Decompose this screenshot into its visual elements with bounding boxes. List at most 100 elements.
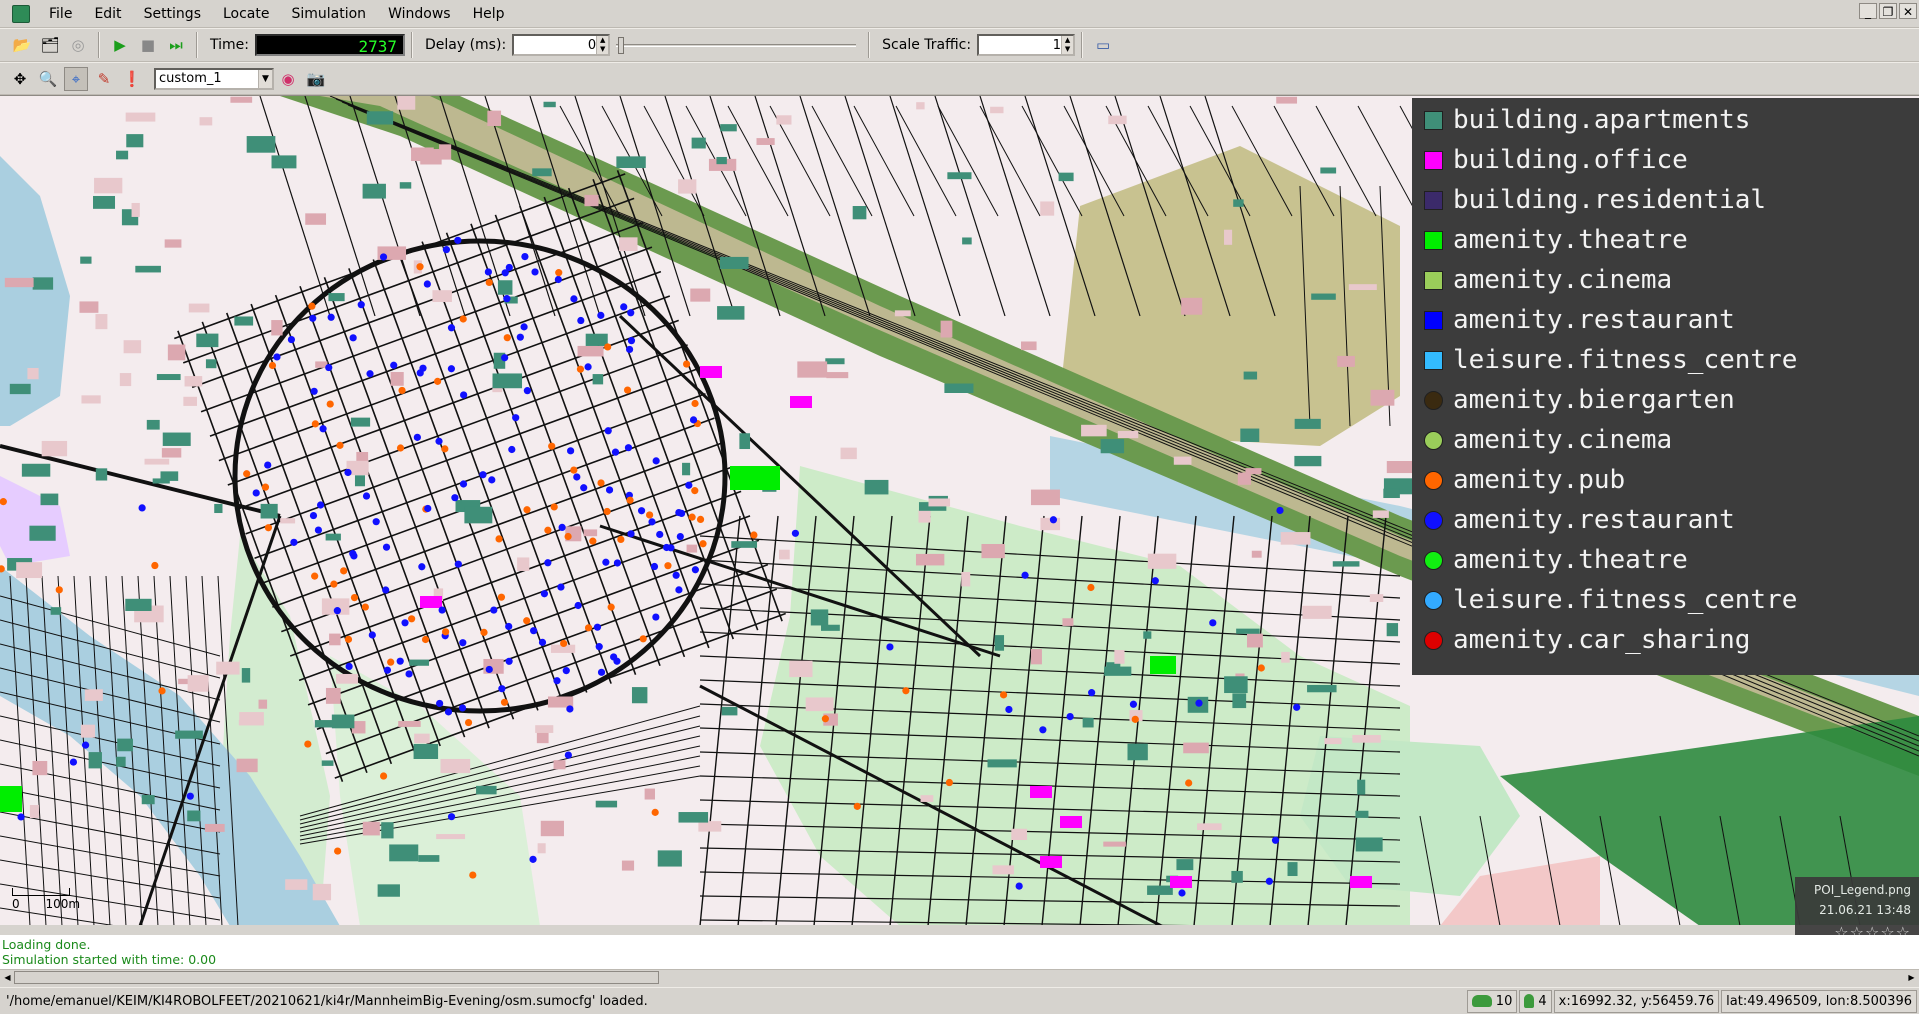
poi-marker[interactable]: [438, 606, 446, 614]
poi-marker[interactable]: [368, 631, 376, 639]
poi-marker[interactable]: [350, 593, 359, 602]
poi-marker[interactable]: [186, 792, 194, 800]
locator-icon[interactable]: ⌖: [64, 66, 88, 91]
poi-marker[interactable]: [570, 466, 578, 474]
poi-marker[interactable]: [623, 386, 632, 394]
poi-marker[interactable]: [454, 236, 462, 244]
poi-marker[interactable]: [550, 503, 558, 511]
poi-marker[interactable]: [333, 607, 341, 615]
poi-marker[interactable]: [243, 470, 251, 478]
poi-marker[interactable]: [1087, 583, 1095, 592]
poi-marker[interactable]: [357, 301, 365, 309]
poi-marker[interactable]: [158, 687, 166, 695]
stop-icon[interactable]: ■: [136, 33, 160, 57]
poi-marker[interactable]: [627, 337, 636, 345]
poi-marker[interactable]: [1178, 889, 1186, 897]
poi-marker[interactable]: [273, 353, 281, 361]
poi-marker[interactable]: [1015, 882, 1023, 890]
menu-edit[interactable]: Edit: [83, 0, 132, 28]
poi-marker[interactable]: [330, 580, 338, 588]
poi-marker[interactable]: [699, 540, 707, 548]
poi-marker[interactable]: [408, 615, 416, 623]
menu-file[interactable]: File: [38, 0, 83, 28]
poi-marker[interactable]: [676, 532, 684, 541]
poi-marker[interactable]: [316, 501, 325, 509]
breakpoint-icon[interactable]: ❗: [120, 67, 144, 91]
poi-marker[interactable]: [597, 479, 605, 487]
poi-marker[interactable]: [567, 447, 575, 455]
poi-marker[interactable]: [1265, 877, 1273, 885]
poi-marker[interactable]: [570, 295, 578, 303]
new-view-icon[interactable]: ▭: [1091, 33, 1115, 57]
open-folder-icon[interactable]: 📂: [10, 33, 34, 57]
poi-marker[interactable]: [405, 670, 413, 678]
scale-spinner-arrows[interactable]: ▲ ▼: [1061, 36, 1074, 54]
poi-marker[interactable]: [435, 437, 443, 445]
poi-marker[interactable]: [314, 526, 323, 534]
poi-marker[interactable]: [682, 360, 691, 368]
poi-marker[interactable]: [366, 370, 374, 378]
poi-marker[interactable]: [362, 492, 371, 500]
poi-marker[interactable]: [1039, 726, 1047, 734]
poi-marker[interactable]: [688, 513, 696, 521]
poi-marker[interactable]: [151, 561, 159, 570]
poi-marker[interactable]: [593, 623, 602, 631]
poi-marker[interactable]: [501, 354, 509, 362]
poi-marker[interactable]: [308, 302, 316, 310]
poi-marker[interactable]: [597, 668, 606, 676]
poi-marker[interactable]: [516, 333, 524, 341]
scale-traffic-spinner[interactable]: ▲▼: [977, 34, 1076, 56]
poi-marker[interactable]: [311, 420, 319, 428]
poi-marker[interactable]: [512, 414, 520, 422]
poi-marker[interactable]: [447, 324, 456, 332]
poi-marker[interactable]: [55, 586, 63, 594]
reload-file-icon[interactable]: 🗂: [38, 33, 62, 57]
poi-marker[interactable]: [617, 535, 625, 544]
horizontal-scrollbar[interactable]: ◀ ▶: [0, 969, 1919, 985]
poi-marker[interactable]: [379, 253, 388, 261]
poi-marker[interactable]: [503, 295, 511, 303]
zoom-icon[interactable]: 🔍: [36, 67, 60, 91]
poi-marker[interactable]: [620, 303, 628, 311]
poi-marker[interactable]: [334, 847, 342, 855]
poi-marker[interactable]: [421, 635, 430, 644]
poi-marker[interactable]: [584, 624, 593, 632]
poi-marker[interactable]: [1195, 699, 1203, 707]
poi-marker[interactable]: [626, 496, 634, 504]
poi-marker[interactable]: [340, 567, 348, 575]
poi-marker[interactable]: [490, 606, 498, 614]
poi-marker[interactable]: [508, 445, 516, 454]
poi-marker[interactable]: [372, 518, 380, 526]
poi-marker[interactable]: [387, 658, 395, 666]
poi-marker[interactable]: [459, 315, 467, 323]
poi-marker[interactable]: [540, 590, 549, 598]
poi-marker[interactable]: [637, 507, 646, 515]
poi-marker[interactable]: [1088, 689, 1096, 697]
poi-marker[interactable]: [436, 699, 444, 708]
poi-marker[interactable]: [454, 560, 462, 568]
poi-marker[interactable]: [1271, 836, 1280, 844]
poi-marker[interactable]: [319, 425, 327, 433]
poi-marker[interactable]: [480, 628, 488, 636]
poi-marker[interactable]: [464, 718, 473, 727]
poi-marker[interactable]: [505, 263, 513, 272]
poi-marker[interactable]: [544, 526, 552, 534]
poi-marker[interactable]: [416, 263, 424, 271]
poi-marker[interactable]: [558, 523, 566, 532]
poi-marker[interactable]: [1049, 516, 1058, 524]
poi-marker[interactable]: [326, 400, 334, 408]
poi-marker[interactable]: [530, 627, 538, 635]
poi-marker[interactable]: [1209, 619, 1217, 627]
poi-marker[interactable]: [382, 543, 391, 551]
poi-marker[interactable]: [821, 715, 829, 723]
poi-marker[interactable]: [691, 566, 699, 574]
poi-marker[interactable]: [562, 667, 570, 675]
poi-marker[interactable]: [521, 252, 529, 261]
poi-marker[interactable]: [1129, 700, 1138, 708]
poi-marker[interactable]: [327, 313, 335, 321]
poi-marker[interactable]: [627, 530, 635, 538]
poi-marker[interactable]: [553, 677, 561, 685]
poi-marker[interactable]: [349, 334, 357, 342]
poi-marker[interactable]: [886, 643, 894, 651]
poi-marker[interactable]: [69, 758, 78, 766]
